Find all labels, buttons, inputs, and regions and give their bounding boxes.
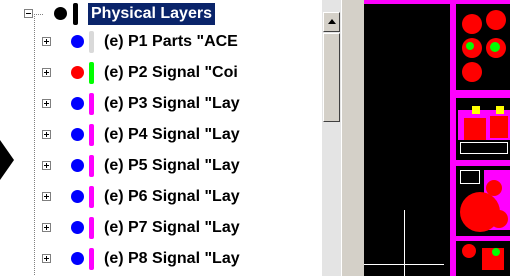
layer-color-dot-icon [71, 190, 84, 203]
expand-toggle[interactable] [42, 37, 51, 46]
layer-color-bar-icon [89, 93, 94, 115]
tree-item-label[interactable]: (e) P3 Signal "Lay [104, 93, 240, 115]
layer-color-bar-icon [89, 155, 94, 177]
pcb-via [466, 42, 474, 50]
layer-color-dot-icon [54, 7, 67, 20]
tree-item-layer[interactable]: (e) P1 Parts "ACE [18, 28, 340, 56]
pcb-pad [462, 14, 482, 34]
tree-item-label[interactable]: (e) P6 Signal "Lay [104, 186, 240, 208]
pcb-trace [450, 160, 510, 166]
tree-item-label[interactable]: (e) P2 Signal "Coi [104, 62, 238, 84]
layer-color-dot-icon [71, 66, 84, 79]
layer-color-dot-icon [71, 128, 84, 141]
layer-color-bar-icon [89, 217, 94, 239]
tree-root-label[interactable]: Physical Layers [88, 3, 215, 25]
collapse-toggle[interactable] [24, 9, 33, 18]
pcb-component [472, 106, 480, 114]
layer-color-dot-icon [71, 35, 84, 48]
layer-color-bar-icon [73, 3, 78, 25]
pcb-component [496, 106, 504, 114]
crosshair-cursor-icon [404, 210, 405, 276]
layer-color-bar-icon [89, 248, 94, 270]
layer-color-bar-icon [89, 124, 94, 146]
expand-toggle[interactable] [42, 223, 51, 232]
panel-splitter[interactable] [341, 0, 364, 276]
pcb-trace [364, 0, 510, 4]
tree-branch-line [34, 14, 44, 15]
tree-item-label[interactable]: (e) P7 Signal "Lay [104, 217, 240, 239]
tree-item-label[interactable]: (e) P5 Signal "Lay [104, 155, 240, 177]
pcb-trace [450, 236, 510, 241]
expand-toggle[interactable] [42, 254, 51, 263]
expand-toggle[interactable] [42, 68, 51, 77]
layer-color-bar-icon [89, 62, 94, 84]
tree-item-label[interactable]: (e) P1 Parts "ACE [104, 31, 238, 53]
layer-color-dot-icon [71, 159, 84, 172]
expand-toggle[interactable] [42, 161, 51, 170]
pcb-trace [450, 90, 510, 98]
pcb-pad [486, 180, 502, 196]
pcb-pad [486, 10, 506, 30]
tree-item-layer[interactable]: (e) P4 Signal "Lay [18, 121, 340, 149]
tree-item-layer[interactable]: (e) P8 Signal "Lay [18, 245, 340, 273]
expand-toggle[interactable] [42, 99, 51, 108]
layer-color-bar-icon [89, 31, 94, 53]
crosshair-cursor-icon [364, 264, 444, 265]
tree-item-layer[interactable]: (e) P2 Signal "Coi [18, 59, 340, 87]
tree-item-layer[interactable]: (e) P3 Signal "Lay [18, 90, 340, 118]
pcb-pad [490, 116, 508, 138]
pcb-pad [464, 118, 486, 140]
layer-color-dot-icon [71, 221, 84, 234]
pcb-silkscreen [460, 170, 480, 184]
layer-color-dot-icon [71, 97, 84, 110]
tree-item-layer[interactable]: (e) P5 Signal "Lay [18, 152, 340, 180]
vertical-scrollbar[interactable] [322, 0, 341, 276]
tree-item-layer[interactable]: (e) P6 Signal "Lay [18, 183, 340, 211]
pcb-silkscreen [460, 142, 508, 154]
pcb-pad [462, 62, 482, 82]
tree-item-label[interactable]: (e) P4 Signal "Lay [104, 124, 240, 146]
pcb-trace [450, 0, 456, 276]
pcb-pad [462, 244, 476, 258]
tree-root-physical-layers[interactable]: Physical Layers [18, 0, 340, 28]
pcb-via [492, 248, 500, 256]
scroll-up-button[interactable] [323, 12, 340, 32]
scroll-thumb[interactable] [323, 33, 340, 122]
pcb-via [490, 42, 500, 52]
pointer-arrow [0, 140, 14, 180]
layer-color-dot-icon [71, 252, 84, 265]
layer-tree[interactable]: Physical Layers (e) P1 Parts "ACE (e) P2 … [18, 0, 340, 276]
expand-toggle[interactable] [42, 130, 51, 139]
layer-color-bar-icon [89, 186, 94, 208]
tree-item-label[interactable]: (e) P8 Signal "Lay [104, 248, 240, 270]
expand-toggle[interactable] [42, 192, 51, 201]
pcb-layout-view[interactable] [364, 0, 510, 276]
pcb-pad [490, 210, 508, 228]
tree-item-layer[interactable]: (e) P7 Signal "Lay [18, 214, 340, 242]
